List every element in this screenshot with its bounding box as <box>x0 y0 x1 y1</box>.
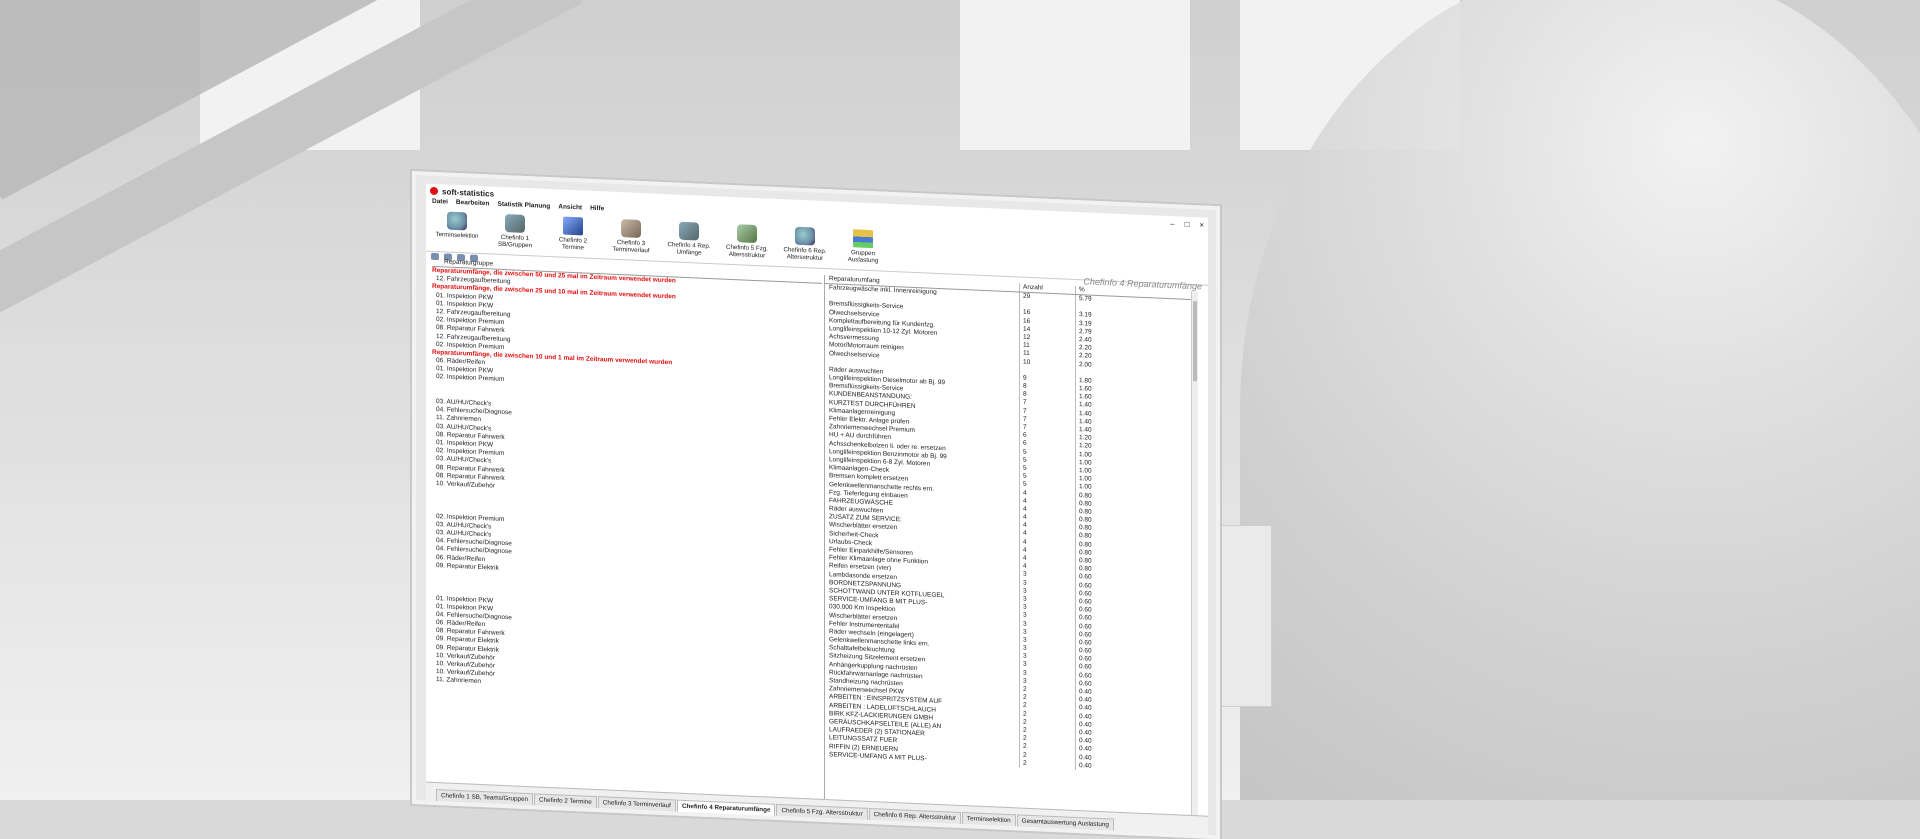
scrollbar-thumb[interactable] <box>1193 301 1197 382</box>
people-icon <box>621 219 641 238</box>
menu-datei[interactable]: Datei <box>432 198 448 210</box>
chefinfo4-button[interactable]: Chefinfo 4 Rep. Umfänge <box>664 221 714 257</box>
tab-0[interactable]: Chefinfo 1 SB, Teams/Gruppen <box>436 789 534 806</box>
tab-4[interactable]: Chefinfo 5 Fzg. Altersstruktur <box>776 803 868 820</box>
toolbar-label: Gruppen Auslastung <box>847 249 879 265</box>
menu-statistik-planung[interactable]: Statistik Planung <box>498 201 551 214</box>
car-icon <box>737 224 757 244</box>
monitor: soft-statistics – □ × Datei Bearbeiten S… <box>412 171 1220 839</box>
app-logo-icon <box>430 186 438 196</box>
person-silhouette <box>1240 0 1920 800</box>
data-grid: Reparaturgruppe Reparaturumfänge, die zw… <box>432 257 1198 817</box>
reparaturgruppe-column: Reparaturgruppe Reparaturumfänge, die zw… <box>432 257 822 800</box>
right-rows: Fahrzeugwäsche inkl. Innenreinigung 29 5.7… <box>825 284 1198 776</box>
menu-hilfe[interactable]: Hilfe <box>590 205 604 217</box>
close-button[interactable]: × <box>1199 220 1204 229</box>
window-controls: – □ × <box>1170 219 1204 229</box>
app-title: soft-statistics <box>442 186 495 199</box>
clock-icon <box>563 216 583 236</box>
toolbar-label: Chefinfo 4 Rep. Umfänge <box>667 241 711 257</box>
bar-chart-icon <box>853 229 873 249</box>
chefinfo1-button[interactable]: Chefinfo 1 SB/Gruppen <box>490 213 540 249</box>
menu-ansicht[interactable]: Ansicht <box>558 203 582 215</box>
left-rows: Reparaturumfänge, die zwischen 50 und 25… <box>432 267 822 702</box>
window-light <box>960 0 1190 150</box>
app-window: soft-statistics – □ × Datei Bearbeiten S… <box>426 183 1208 835</box>
reparaturumfang-table: Reparaturumfang Anzahl % Fahrzeugwäsche … <box>824 274 1198 817</box>
chefinfo3-button[interactable]: Chefinfo 3 Terminverlauf <box>606 218 656 254</box>
toolbar-label: Chefinfo 6 Rep. Altersstruktur <box>783 246 827 262</box>
wrench-icon <box>795 226 815 246</box>
vertical-scrollbar[interactable] <box>1191 291 1198 817</box>
tab-1[interactable]: Chefinfo 2 Termine <box>534 793 597 809</box>
toolbar-label: Chefinfo 5 Fzg. Altersstruktur <box>726 243 768 260</box>
tab-7[interactable]: Gesamtauswertung Auslastung <box>1016 814 1114 831</box>
tab-3[interactable]: Chefinfo 4 Reparaturumfänge <box>676 799 776 816</box>
gruppen-auslastung-button[interactable]: Gruppen Auslastung <box>838 229 888 265</box>
calendar-search-icon <box>447 211 467 231</box>
chefinfo5-button[interactable]: Chefinfo 5 Fzg. Altersstruktur <box>722 224 772 260</box>
terminselektion-button[interactable]: Terminselektion <box>432 211 482 240</box>
toolbar-label: Terminselektion <box>435 231 479 240</box>
toolbar-label: Chefinfo 3 Terminverlauf <box>612 238 650 255</box>
maximize-button[interactable]: □ <box>1184 219 1189 228</box>
tools-icon <box>679 221 699 241</box>
chefinfo6-button[interactable]: Chefinfo 6 Rep. Altersstruktur <box>780 226 830 262</box>
tab-2[interactable]: Chefinfo 3 Terminverlauf <box>597 796 676 812</box>
minimize-button[interactable]: – <box>1170 219 1174 228</box>
people-clock-icon <box>505 214 525 233</box>
menu-bearbeiten[interactable]: Bearbeiten <box>456 199 490 211</box>
chefinfo2-button[interactable]: Chefinfo 2 Termine <box>548 216 598 252</box>
cell-anzahl: 2 <box>1019 759 1075 770</box>
tab-5[interactable]: Chefinfo 6 Rep. Altersstruktur <box>868 807 961 824</box>
toolbar-label: Chefinfo 1 SB/Gruppen <box>497 233 533 250</box>
tab-6[interactable]: Terminselektion <box>961 812 1016 827</box>
toolbar-label: Chefinfo 2 Termine <box>558 236 588 252</box>
